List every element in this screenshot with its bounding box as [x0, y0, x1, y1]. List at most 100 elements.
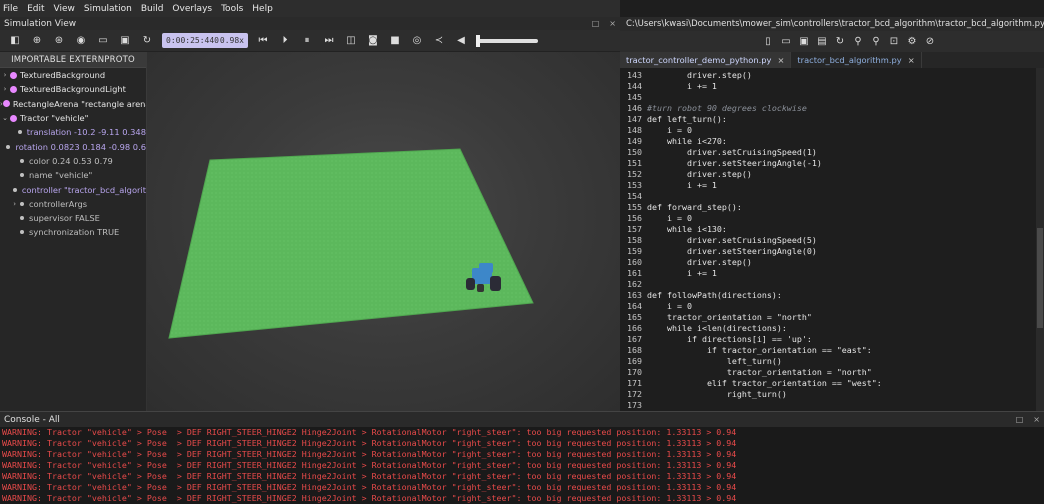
add-node-icon[interactable]: ⊕: [26, 32, 48, 50]
line-number: 157: [627, 224, 642, 234]
pause-icon[interactable]: ⏸: [296, 32, 318, 50]
new-file-icon[interactable]: ▯: [760, 34, 776, 50]
code-text: i = 0: [647, 301, 692, 311]
line-number: 171: [627, 378, 642, 388]
3d-viewport[interactable]: [147, 52, 620, 411]
line-number: 147: [627, 114, 642, 124]
save-world-icon[interactable]: ▣: [114, 32, 136, 50]
nodes-icon[interactable]: ⊛: [48, 32, 70, 50]
fast-forward-icon[interactable]: ⏭: [318, 32, 340, 50]
scene-tree-node[interactable]: › RectangleArena "rectangle arena": [0, 97, 146, 111]
float-panel-button[interactable]: □: [592, 19, 600, 28]
field-icon: [20, 216, 24, 221]
close-tab-icon[interactable]: ×: [777, 55, 784, 65]
animation-icon[interactable]: ◎: [406, 32, 428, 50]
scene-tree-field[interactable]: controller "tractor_bcd_algorit: [0, 182, 146, 196]
reset-simulation-icon[interactable]: ⏮: [252, 32, 274, 50]
tab-label: tractor_controller_demo_python.py: [626, 55, 772, 65]
scene-tree-field[interactable]: rotation 0.0823 0.184 -0.98 0.6: [0, 139, 146, 153]
menu-simulation[interactable]: Simulation: [84, 4, 132, 14]
code-line: 155 def forward_step():: [620, 202, 742, 213]
expand-arrow-icon[interactable]: ›: [0, 85, 10, 93]
expand-arrow-icon[interactable]: ›: [0, 71, 10, 79]
editor-scrollbar[interactable]: [1036, 68, 1044, 411]
scene-tree-field[interactable]: synchronization TRUE: [0, 225, 146, 239]
simulation-time: 0:00:25:440: [166, 36, 219, 45]
menu-view[interactable]: View: [54, 4, 75, 14]
editor-scrollbar-thumb[interactable]: [1037, 228, 1043, 328]
code-editor[interactable]: 143 driver.step() 144 i += 1 145 146 #turn…: [620, 68, 1044, 411]
volume-icon[interactable]: ◀: [450, 32, 472, 50]
build-icon[interactable]: ⊡: [886, 34, 902, 50]
scene-tree-field[interactable]: color 0.24 0.53 0.79: [0, 154, 146, 168]
3d-scene: [168, 148, 534, 339]
line-number: 143: [627, 70, 642, 80]
record-movie-icon[interactable]: ■: [384, 32, 406, 50]
line-number: 149: [627, 136, 642, 146]
scene-tree-header[interactable]: IMPORTABLE EXTERNPROTO: [0, 52, 146, 68]
console-title: Console - All: [4, 414, 60, 425]
scene-tree-node[interactable]: › TexturedBackgroundLight: [0, 82, 146, 96]
console-warning-line: WARNING: Tractor "vehicle" > Pose > DEF …: [2, 460, 737, 470]
field-icon: [20, 201, 24, 206]
replace-icon[interactable]: ⚲: [868, 34, 884, 50]
code-line: 152 driver.step(): [620, 169, 752, 180]
close-panel-button[interactable]: ⨯: [609, 19, 616, 28]
eye-icon[interactable]: ◉: [70, 32, 92, 50]
menu-overlays[interactable]: Overlays: [172, 4, 212, 14]
scene-tree-label: color 0.24 0.53 0.79: [29, 155, 113, 166]
code-text: driver.setSteeringAngle(-1): [647, 158, 822, 168]
menu-edit[interactable]: Edit: [27, 4, 44, 14]
code-text: driver.step(): [647, 257, 752, 267]
console-close-button[interactable]: ⨯: [1033, 415, 1040, 424]
menu-build[interactable]: Build: [141, 4, 164, 14]
revert-icon[interactable]: ↻: [832, 34, 848, 50]
reload-world-icon[interactable]: ↻: [136, 32, 158, 50]
simulation-view-title: Simulation View: [4, 18, 77, 29]
expand-arrow-icon[interactable]: ›: [0, 200, 20, 208]
code-text: def forward_step():: [647, 202, 742, 212]
line-number: 146: [627, 103, 642, 113]
hide-scene-tree-icon[interactable]: ◧: [4, 32, 26, 50]
menu-help[interactable]: Help: [252, 4, 273, 14]
share-icon[interactable]: ≺: [428, 32, 450, 50]
open-world-icon[interactable]: ▭: [92, 32, 114, 50]
scene-tree-node[interactable]: › TexturedBackground: [0, 68, 146, 82]
save-file-icon[interactable]: ▣: [796, 34, 812, 50]
find-icon[interactable]: ⚲: [850, 34, 866, 50]
close-tab-icon[interactable]: ×: [908, 55, 915, 65]
console-warning-line: WARNING: Tractor "vehicle" > Pose > DEF …: [2, 427, 737, 437]
open-file-icon[interactable]: ▭: [778, 34, 794, 50]
volume-slider[interactable]: [476, 34, 538, 47]
editor-tabs: tractor_controller_demo_python.py × trac…: [620, 52, 1044, 68]
compile-icon[interactable]: ⚙: [904, 34, 920, 50]
volume-slider-thumb[interactable]: [476, 34, 480, 47]
tab-tractor-controller-demo[interactable]: tractor_controller_demo_python.py ×: [620, 52, 792, 68]
clean-icon[interactable]: ⊘: [922, 34, 938, 50]
menu-tools[interactable]: Tools: [221, 4, 243, 14]
tab-tractor-bcd-algorithm[interactable]: tractor_bcd_algorithm.py ×: [791, 52, 922, 68]
menu-file[interactable]: File: [3, 4, 18, 14]
step-icon[interactable]: ⏵: [274, 32, 296, 50]
field-icon: [17, 130, 22, 135]
save-as-icon[interactable]: ▤: [814, 34, 830, 50]
scene-tree-field[interactable]: › controllerArgs: [0, 197, 146, 211]
code-line: 161 i += 1: [620, 268, 717, 279]
line-number: 151: [627, 158, 642, 168]
code-line: 157 while i<130:: [620, 224, 727, 235]
code-line: 168 if tractor_orientation == "east":: [620, 345, 872, 356]
scene-tree-node[interactable]: ⌄ Tractor "vehicle": [0, 111, 146, 125]
scene-tree-label: synchronization TRUE: [29, 227, 120, 238]
scene-tree-field[interactable]: name "vehicle": [0, 168, 146, 182]
scene-tree-field[interactable]: supervisor FALSE: [0, 211, 146, 225]
scene-tree-label: translation -10.2 -9.11 0.348: [26, 127, 146, 138]
code-line: 149 while i<270:: [620, 136, 727, 147]
scene-tree: IMPORTABLE EXTERNPROTO › TexturedBackgrou…: [0, 52, 147, 240]
line-number: 155: [627, 202, 642, 212]
expand-arrow-icon[interactable]: ⌄: [0, 114, 10, 122]
rendering-icon[interactable]: ◫: [340, 32, 362, 50]
screenshot-icon[interactable]: ◙: [362, 32, 384, 50]
scene-tree-field[interactable]: translation -10.2 -9.11 0.348: [0, 125, 146, 139]
code-text: right_turn(): [647, 389, 787, 399]
console-float-button[interactable]: □: [1016, 415, 1024, 424]
